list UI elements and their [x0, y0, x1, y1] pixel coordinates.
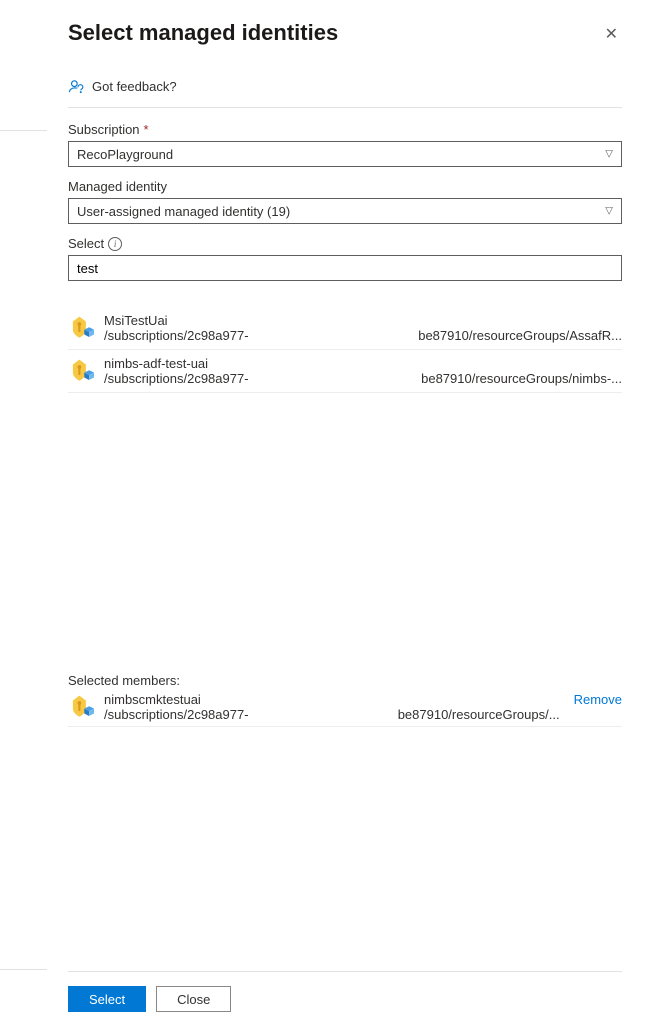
identity-path: /subscriptions/2c98a977- be87910/resourc… — [104, 371, 622, 386]
managed-identity-label: Managed identity — [68, 179, 622, 194]
feedback-label: Got feedback? — [92, 79, 177, 94]
select-label: Select i — [68, 236, 622, 251]
panel-title: Select managed identities — [68, 20, 338, 46]
selected-identity-name: nimbscmktestuai — [104, 692, 560, 707]
feedback-link[interactable]: Got feedback? — [68, 72, 622, 108]
required-indicator-icon: * — [144, 122, 149, 137]
remove-link[interactable]: Remove — [574, 692, 622, 707]
identity-result-row[interactable]: MsiTestUai /subscriptions/2c98a977- be87… — [68, 307, 622, 350]
identity-result-row[interactable]: nimbs-adf-test-uai /subscriptions/2c98a9… — [68, 350, 622, 393]
managed-identity-select[interactable]: User-assigned managed identity (19) ▽ — [68, 198, 622, 224]
managed-identity-icon — [68, 358, 94, 384]
info-icon[interactable]: i — [108, 237, 122, 251]
select-search-input[interactable] — [68, 255, 622, 281]
chevron-down-icon: ▽ — [605, 206, 613, 217]
select-button[interactable]: Select — [68, 986, 146, 1012]
identity-name: MsiTestUai — [104, 313, 622, 328]
close-button[interactable]: Close — [156, 986, 231, 1012]
feedback-icon — [68, 78, 85, 95]
identity-path: /subscriptions/2c98a977- be87910/resourc… — [104, 328, 622, 343]
close-icon[interactable]: ✕ — [601, 20, 622, 48]
managed-identity-icon — [68, 694, 94, 720]
selected-members-label: Selected members: — [68, 673, 622, 688]
managed-identity-icon — [68, 315, 94, 341]
selected-identity-path: /subscriptions/2c98a977- be87910/resourc… — [104, 707, 560, 722]
subscription-label: Subscription * — [68, 122, 622, 137]
subscription-select[interactable]: RecoPlayground ▽ — [68, 141, 622, 167]
selected-member-row: nimbscmktestuai /subscriptions/2c98a977-… — [68, 692, 622, 727]
identity-name: nimbs-adf-test-uai — [104, 356, 622, 371]
chevron-down-icon: ▽ — [605, 149, 613, 160]
